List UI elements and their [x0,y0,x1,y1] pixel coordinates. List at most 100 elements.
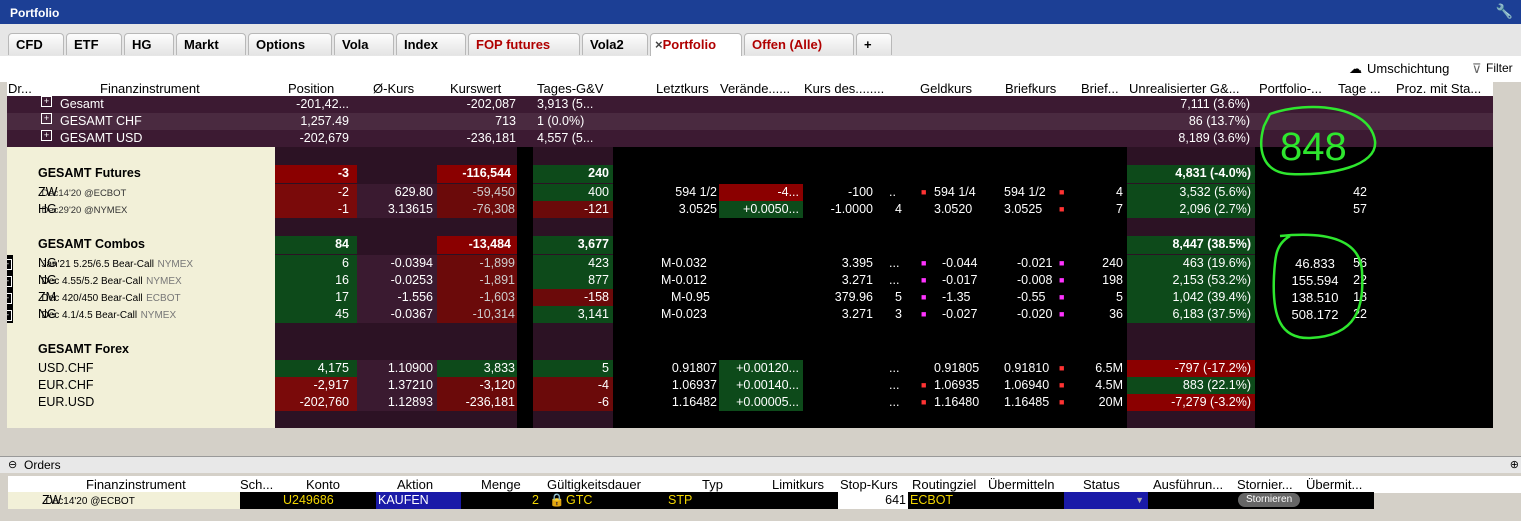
order-row[interactable]: ZW Dec14'20 @ECBOT U249686 KAUFEN 2 🔒 GT… [8,492,1374,509]
bid-marker-icon: ■ [921,275,927,285]
tages-cell: -6 [533,394,613,411]
table-row[interactable]: EUR.USD -202,760 1.12893 -236,181 -6 1.1… [7,394,1493,411]
letztkurs-cell: 1.06937 [671,378,717,392]
window-title: Portfolio [10,6,60,20]
orders-col-typ[interactable]: Typ [702,477,723,492]
position-cell: 4,175 [275,360,357,377]
ask-marker-icon: ■ [1059,292,1065,302]
col-header-letztkurs[interactable]: Letztkurs [656,81,709,96]
tab-cfd[interactable]: CFD [8,33,64,55]
orders-col-routing[interactable]: Routingziel [912,477,976,492]
kurs-des-cell: -1.0000 [830,202,873,216]
tab-options[interactable]: Options [248,33,332,55]
instrument-cell: ZM Dec 420/450 Bear-Call ECBOT [38,289,181,306]
orders-col-gueltigkeit[interactable]: Gültigkeitsdauer [547,477,641,492]
summary-label: GESAMT CHF [60,114,142,128]
order-type[interactable]: STP [668,492,692,509]
expand-icon[interactable]: + [7,272,13,289]
col-header-finanzinstrument[interactable]: Finanzinstrument [100,81,200,96]
chevron-down-icon[interactable]: ▼ [1135,492,1144,509]
order-stop-price[interactable]: 641 [838,492,908,509]
col-header-geldkurs[interactable]: Geldkurs [920,81,972,96]
umschichtung-button[interactable]: Umschichtung [1367,61,1449,76]
orders-title: Orders [24,458,61,472]
orders-col-status[interactable]: Status [1083,477,1120,492]
unreal-cell: 2,096 (2.7%) [1127,201,1255,218]
change-cell: +0.00005... [719,394,803,411]
close-icon[interactable]: × [655,37,663,52]
order-route[interactable]: ECBOT [910,492,953,509]
tab-markt[interactable]: Markt [176,33,246,55]
orders-col-menge[interactable]: Menge [481,477,521,492]
tab-etf[interactable]: ETF [66,33,122,55]
instrument-cell: NG Jan'21 5.25/6.5 Bear-Call NYMEX [38,255,193,272]
filter-icon[interactable]: ⊽ [1472,61,1482,77]
table-row[interactable]: EUR.CHF -2,917 1.37210 -3,120 -4 1.06937… [7,377,1493,394]
tab-vola2[interactable]: Vola2 [582,33,648,55]
expand-icon[interactable]: + [7,289,13,306]
ask-cell: -0.008 [1017,273,1053,287]
col-header-kurswert[interactable]: Kurswert [450,81,501,96]
add-tab-button[interactable]: + [856,33,892,55]
col-header-proz-mit-sta[interactable]: Proz. mit Sta... [1396,81,1481,96]
orders-col-sch[interactable]: Sch... [240,477,273,492]
order-instrument: ZW Dec14'20 @ECBOT [8,492,240,509]
col-header-briefkurs[interactable]: Briefkurs [1005,81,1056,96]
order-quantity[interactable]: 2 [532,492,539,509]
orders-col-ausfuehrung[interactable]: Ausführun... [1153,477,1223,492]
orders-col-stornieren[interactable]: Stornier... [1237,477,1293,492]
annotation-total: 848 [1280,125,1347,169]
order-tif[interactable]: GTC [566,492,592,509]
kurswert-cell: -3,120 [437,377,517,394]
cancel-order-button[interactable]: Stornieren [1238,493,1301,507]
orders-col-finanzinstrument[interactable]: Finanzinstrument [86,477,186,492]
order-status[interactable]: ▼ [1064,492,1148,509]
tab-index[interactable]: Index [396,33,466,55]
order-account[interactable]: U249686 [283,492,334,509]
ask-size-cell: 36 [1109,307,1123,321]
col-header-avg-price[interactable]: Ø-Kurs [373,81,414,96]
col-header-position[interactable]: Position [288,81,334,96]
ask-marker-icon: ■ [1059,397,1065,407]
col-header-unrealisiert[interactable]: Unrealisierter G&... [1129,81,1240,96]
tab-hg[interactable]: HG [124,33,174,55]
bid-cell: -0.017 [942,273,978,287]
link-icon[interactable]: ⊕ [1510,458,1519,471]
summary-label: Gesamt [60,97,104,111]
letztkurs-cell: M-0.95 [671,290,710,304]
orders-col-stopkurs[interactable]: Stop-Kurs [840,477,898,492]
col-header-tage[interactable]: Tage ... [1338,81,1381,96]
section-kurswert: -13,484 [437,236,517,254]
col-header-brief-size[interactable]: Brief... [1081,81,1119,96]
kurswert-cell: -59,450 [437,184,517,201]
orders-col-uebermit[interactable]: Übermit... [1306,477,1362,492]
tab-offen-alle[interactable]: Offen (Alle) [744,33,854,55]
order-action[interactable]: KAUFEN [376,492,461,509]
orders-col-konto[interactable]: Konto [306,477,340,492]
instrument-cell: NG Dec 4.55/5.2 Bear-Call NYMEX [38,272,182,289]
section-kurswert: -116,544 [437,165,517,183]
table-row[interactable]: USD.CHF 4,175 1.10900 3,833 5 0.91807 +0… [7,360,1493,377]
ask-marker-icon: ■ [1059,275,1065,285]
unreal-cell: 463 (19.6%) [1127,255,1255,272]
expand-icon[interactable]: + [7,306,13,323]
filter-button[interactable]: Filter [1486,61,1513,75]
col-header-dr[interactable]: Dr... [8,81,32,96]
tab-portfolio[interactable]: ×Portfolio [650,33,742,56]
wrench-icon[interactable]: 🔧 [1496,3,1513,20]
position-cell: -1 [275,201,357,218]
col-header-tages-guv[interactable]: Tages-G&V [537,81,603,96]
expand-icon[interactable]: + [7,255,13,272]
orders-col-uebermitteln[interactable]: Übermitteln [988,477,1054,492]
tab-fop-futures[interactable]: FOP futures [468,33,580,55]
orders-col-limitkurs[interactable]: Limitkurs [772,477,824,492]
col-header-veraenderung[interactable]: Verände...... [720,81,790,96]
orders-col-aktion[interactable]: Aktion [397,477,433,492]
col-header-kurs-des[interactable]: Kurs des........ [804,81,884,96]
col-header-portfolio[interactable]: Portfolio-... [1259,81,1322,96]
tab-vola[interactable]: Vola [334,33,394,55]
toolbar: ☁ Umschichtung ⊽ Filter [0,56,1521,82]
collapse-icon[interactable]: ⊖ [8,458,17,471]
ask-size-cell: 4 [1116,185,1123,199]
rebalance-icon[interactable]: ☁ [1349,61,1362,77]
